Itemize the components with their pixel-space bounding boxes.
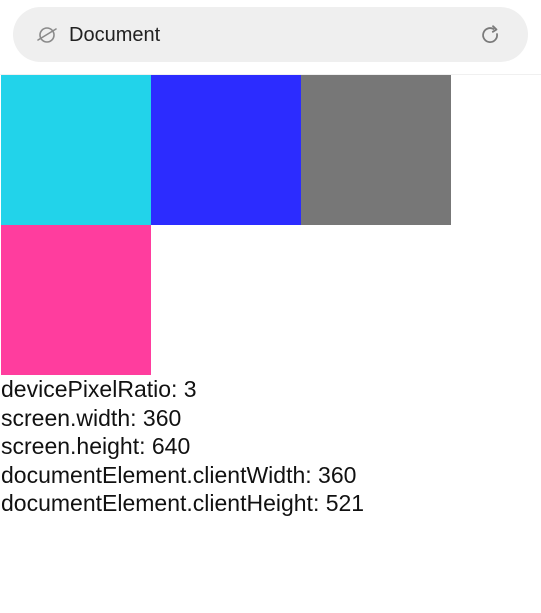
screen-height-line: screen.height: 640 [1, 433, 191, 459]
address-bar[interactable]: Document [13, 7, 528, 62]
color-box-pink [1, 225, 151, 375]
client-width-line: documentElement.clientWidth: 360 [1, 461, 357, 488]
color-box-gray [301, 75, 451, 225]
device-pixel-ratio-line: devicePixelRatio: 3 [1, 376, 197, 402]
color-box-cyan [1, 75, 151, 225]
reload-icon[interactable] [477, 22, 503, 48]
color-box-blue [151, 75, 301, 225]
address-bar-title: Document [69, 24, 161, 46]
device-info: devicePixelRatio: 3 screen.width: 360 sc… [1, 375, 521, 518]
planet-icon [35, 23, 59, 47]
browser-toolbar: Document [0, 0, 541, 75]
client-height-line: documentElement.clientHeight: 521 [1, 490, 365, 516]
screen-width-line: screen.width: 360 [1, 404, 182, 431]
